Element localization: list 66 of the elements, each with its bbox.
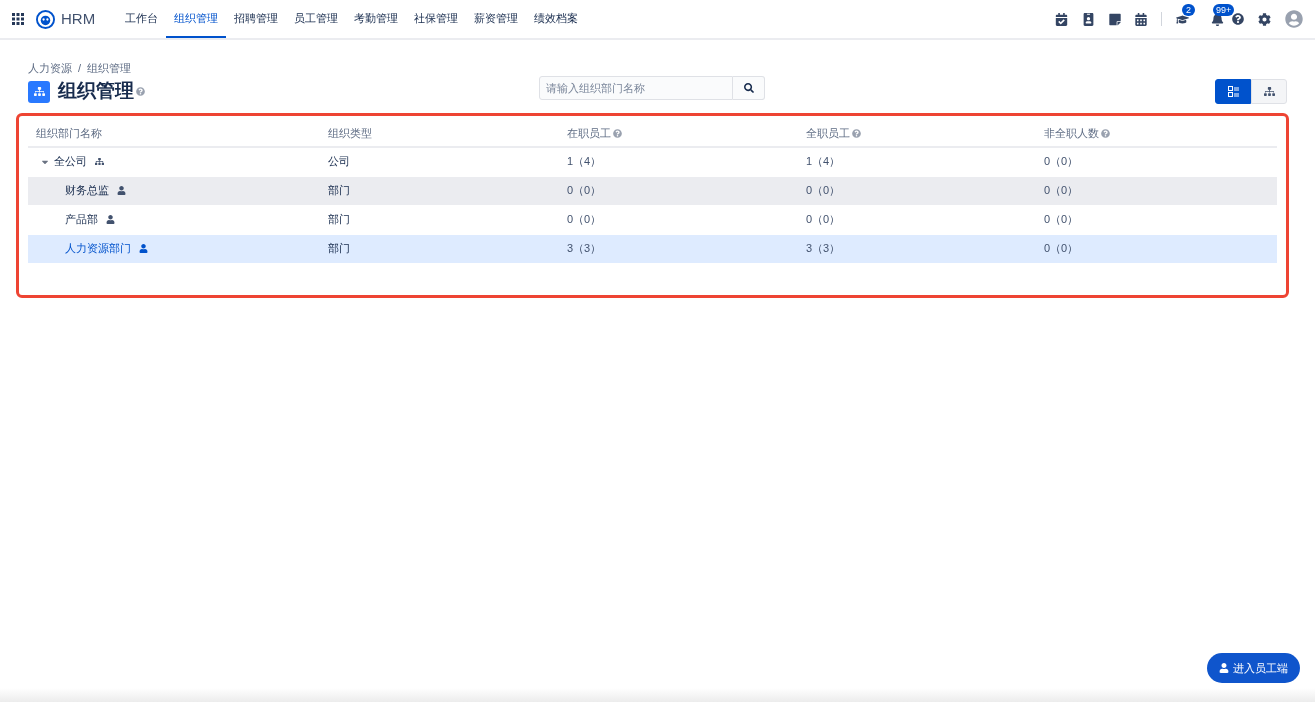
table-row[interactable]: 人力资源部门 部门 3（3） 3（3） 0（0） — [28, 234, 1277, 264]
person-icon — [117, 186, 126, 195]
nav-tab[interactable]: 社保管理 — [406, 0, 467, 38]
nav-tab[interactable]: 考勤管理 — [346, 0, 407, 38]
person-icon — [1219, 663, 1229, 673]
help-icon[interactable] — [1232, 13, 1244, 25]
count-cell: 1（4） — [567, 155, 602, 168]
type-cell: 部门 — [328, 184, 350, 197]
search-button[interactable] — [733, 75, 765, 100]
nav-tab[interactable]: 招聘管理 — [226, 0, 287, 38]
type-cell: 公司 — [328, 155, 350, 168]
count-cell: 0（0） — [806, 213, 841, 226]
nav-tab[interactable]: 薪资管理 — [466, 0, 527, 38]
calendar-icon[interactable] — [1135, 12, 1147, 26]
notification-badge: 99+ — [1213, 3, 1235, 16]
count-cell: 0（0） — [1044, 184, 1079, 197]
employee-portal-button[interactable]: 进入员工端 — [1207, 653, 1300, 683]
search-icon — [743, 82, 754, 93]
nav-tab[interactable]: 组织管理 — [166, 0, 227, 38]
nav-tab[interactable]: 绩效档案 — [526, 0, 587, 38]
person-icon — [106, 215, 115, 224]
count-cell: 0（0） — [806, 184, 841, 197]
logo-icon[interactable] — [36, 9, 55, 29]
settings-icon[interactable] — [1258, 12, 1271, 26]
brand-name[interactable]: HRM — [61, 7, 96, 31]
nav-tab[interactable]: 工作台 — [117, 0, 167, 38]
count-cell: 0（0） — [567, 213, 602, 226]
search-field[interactable]: 请输入组织部门名称 — [539, 75, 733, 100]
person-icon — [139, 244, 148, 253]
type-cell: 部门 — [328, 242, 350, 255]
note-icon[interactable] — [1109, 12, 1121, 26]
count-cell: 3（3） — [806, 242, 841, 255]
tree-view-button[interactable] — [1251, 79, 1287, 104]
column-header: 全职员工 — [806, 126, 850, 142]
avatar-icon[interactable] — [1285, 10, 1303, 28]
breadcrumb-link[interactable]: 组织管理 — [87, 60, 132, 77]
column-header: 组织类型 — [328, 126, 372, 142]
bell-icon[interactable] — [1211, 12, 1224, 26]
list-icon — [1227, 86, 1239, 97]
person-icon[interactable] — [1082, 12, 1095, 26]
column-header: 非全职人数 — [1044, 126, 1099, 142]
org-chart-icon — [28, 80, 50, 103]
org-chart-icon — [1263, 86, 1275, 97]
breadcrumb-separator: / — [78, 61, 82, 76]
department-name[interactable]: 产品部 — [65, 211, 98, 228]
department-name[interactable]: 财务总监 — [65, 182, 109, 199]
breadcrumb-link[interactable]: 人力资源 — [28, 60, 72, 77]
type-cell: 部门 — [328, 213, 350, 226]
count-cell: 0（0） — [1044, 242, 1079, 255]
count-cell: 0（0） — [1044, 155, 1079, 168]
department-name[interactable]: 全公司 — [54, 153, 87, 170]
count-cell: 0（0） — [567, 184, 602, 197]
notification-badge: 2 — [1182, 3, 1195, 16]
column-header: 在职员工 — [567, 126, 611, 142]
nav-tab[interactable]: 员工管理 — [286, 0, 347, 38]
app-grid-icon[interactable] — [12, 13, 24, 25]
count-cell: 1（4） — [806, 155, 841, 168]
org-chart-icon — [95, 157, 104, 166]
calendar-check-icon[interactable] — [1055, 12, 1068, 26]
column-header: 组织部门名称 — [36, 126, 102, 142]
count-cell: 0（0） — [1044, 213, 1079, 226]
list-view-button[interactable] — [1215, 79, 1251, 104]
page-title: 组织管理 — [58, 79, 134, 104]
count-cell: 3（3） — [567, 242, 602, 255]
department-name[interactable]: 人力资源部门 — [65, 240, 131, 257]
table-row[interactable]: 财务总监 部门 0（0） 0（0） 0（0） — [28, 176, 1277, 206]
